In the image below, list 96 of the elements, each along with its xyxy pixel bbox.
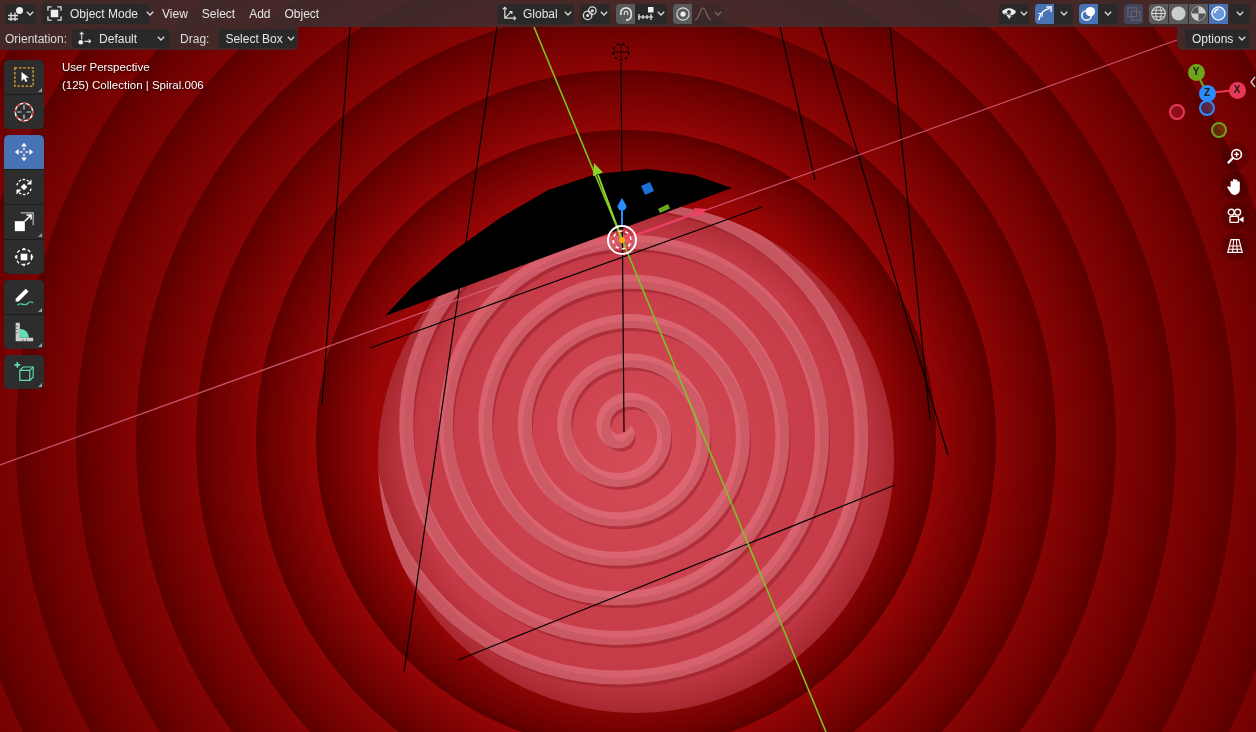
menu-item[interactable]: Add: [242, 3, 278, 24]
options-dropdown[interactable]: Options: [1185, 29, 1250, 48]
falloff-curve-icon: [694, 6, 711, 21]
eye-pointer-icon: [1000, 6, 1017, 21]
pivot-dropdown[interactable]: [580, 3, 610, 24]
xray-squares-icon: [1126, 6, 1141, 21]
scale-square-icon: [14, 212, 34, 232]
gizmo-toggle[interactable]: [1035, 3, 1054, 24]
chevron-down-icon: [1235, 11, 1244, 16]
visibility-dropdown[interactable]: [999, 3, 1029, 24]
object-info-label: (125) Collection | Spiral.006: [62, 78, 204, 92]
select-box-icon: [14, 67, 34, 87]
pivot-circles-icon: [582, 6, 597, 21]
chevron-down-icon: [600, 11, 608, 16]
cursor-crosshair-icon: [14, 102, 34, 122]
camera-view-button[interactable]: [1221, 202, 1249, 230]
move-tool[interactable]: [4, 135, 44, 169]
camera-icon: [1226, 208, 1244, 224]
gizmo-menu-button[interactable]: [1054, 3, 1073, 24]
transform-arrows-icon: [14, 247, 34, 267]
magnet-icon: [618, 6, 633, 21]
menu-item[interactable]: Object: [277, 3, 327, 24]
snap-toggle[interactable]: [616, 3, 635, 24]
perspective-grid-icon: [1227, 238, 1243, 254]
select-box-tool[interactable]: [4, 60, 44, 94]
rendered-shading-button[interactable]: [1209, 3, 1228, 24]
rotate-arrows-icon: [14, 177, 34, 197]
overlay-circles-icon: [1081, 6, 1096, 21]
drag-label: Drag:: [180, 30, 210, 48]
z-move-arrow[interactable]: [617, 198, 627, 227]
view-name-label: User Perspective: [62, 60, 151, 74]
cursor-tool[interactable]: [4, 95, 44, 129]
menu-item[interactable]: Select: [194, 3, 243, 24]
corner-triangle-icon: [38, 88, 42, 92]
editor-type-button[interactable]: [5, 3, 36, 24]
plane-handle[interactable]: [658, 204, 670, 213]
snap-dropdown[interactable]: [635, 3, 667, 24]
drag-dropdown[interactable]: Select Box: [218, 29, 298, 48]
overlays-toggle[interactable]: [1079, 3, 1098, 24]
transform-tool[interactable]: [4, 240, 44, 274]
chevron-left-icon[interactable]: [1250, 76, 1256, 88]
origin-dot-icon: [619, 237, 625, 243]
wireframe-sphere-icon: [1151, 6, 1166, 21]
corner-triangle-icon: [38, 343, 42, 347]
material-sphere-icon: [1191, 6, 1206, 21]
shading-menu-button[interactable]: [1229, 3, 1250, 24]
corner-triangle-icon: [38, 383, 42, 387]
chevron-down-icon: [1238, 36, 1247, 41]
solid-sphere-icon: [1171, 6, 1186, 21]
proportional-edit-toggle[interactable]: [673, 3, 692, 24]
move-arrows-icon: [14, 142, 34, 162]
snap-increment-icon: [637, 6, 654, 21]
add-cube-tool[interactable]: [4, 355, 44, 389]
object-square-icon: [47, 6, 62, 21]
corner-triangle-icon: [38, 233, 42, 237]
chevron-down-icon: [25, 11, 34, 16]
chevron-down-icon: [157, 36, 166, 41]
grid-sphere-icon: [7, 6, 23, 21]
rotate-tool[interactable]: [4, 170, 44, 204]
axes-icon: [502, 6, 517, 21]
overlays-menu-button[interactable]: [1098, 3, 1118, 24]
annotate-tool[interactable]: [4, 280, 44, 314]
hand-icon: [1227, 177, 1243, 195]
chevron-down-icon: [1104, 11, 1112, 16]
orientation-dropdown[interactable]: Global: [497, 3, 574, 24]
measure-tool[interactable]: [4, 315, 44, 349]
orientation-default-dropdown[interactable]: Default: [72, 29, 171, 48]
axes-dot-icon: [77, 31, 93, 46]
chevron-down-icon: [146, 11, 155, 16]
chevron-down-icon: [286, 36, 295, 41]
cube-plus-icon: [14, 362, 34, 382]
chevron-down-icon: [713, 11, 722, 16]
proportional-circle-icon: [675, 6, 690, 21]
chevron-down-icon: [563, 11, 572, 16]
chevron-down-icon: [657, 11, 665, 16]
ruler-protractor-icon: [14, 322, 34, 342]
perspective-toggle-button[interactable]: [1221, 232, 1249, 260]
chevron-down-icon: [1059, 11, 1068, 16]
zoom-in-icon: [1227, 148, 1243, 164]
gizmo-arrow-icon: [1037, 6, 1052, 21]
zoom-button[interactable]: [1221, 142, 1249, 170]
plane-handle[interactable]: [641, 182, 654, 195]
dashed-crosshair-icon: [612, 43, 630, 61]
chevron-down-icon: [1019, 11, 1028, 16]
pencil-curve-icon: [14, 287, 34, 307]
dashed-ring-icon: [612, 230, 632, 250]
pan-button[interactable]: [1221, 172, 1249, 200]
rendered-sphere-icon: [1211, 6, 1226, 21]
gizmo-center-ring[interactable]: [607, 225, 637, 255]
solid-shading-button[interactable]: [1169, 3, 1188, 24]
scale-tool[interactable]: [4, 205, 44, 239]
wireframe-shading-button[interactable]: [1149, 3, 1168, 24]
orientation-label: Orientation:: [5, 30, 68, 48]
material-shading-button[interactable]: [1189, 3, 1208, 24]
menu-item[interactable]: View: [155, 3, 195, 24]
corner-triangle-icon: [38, 308, 42, 312]
